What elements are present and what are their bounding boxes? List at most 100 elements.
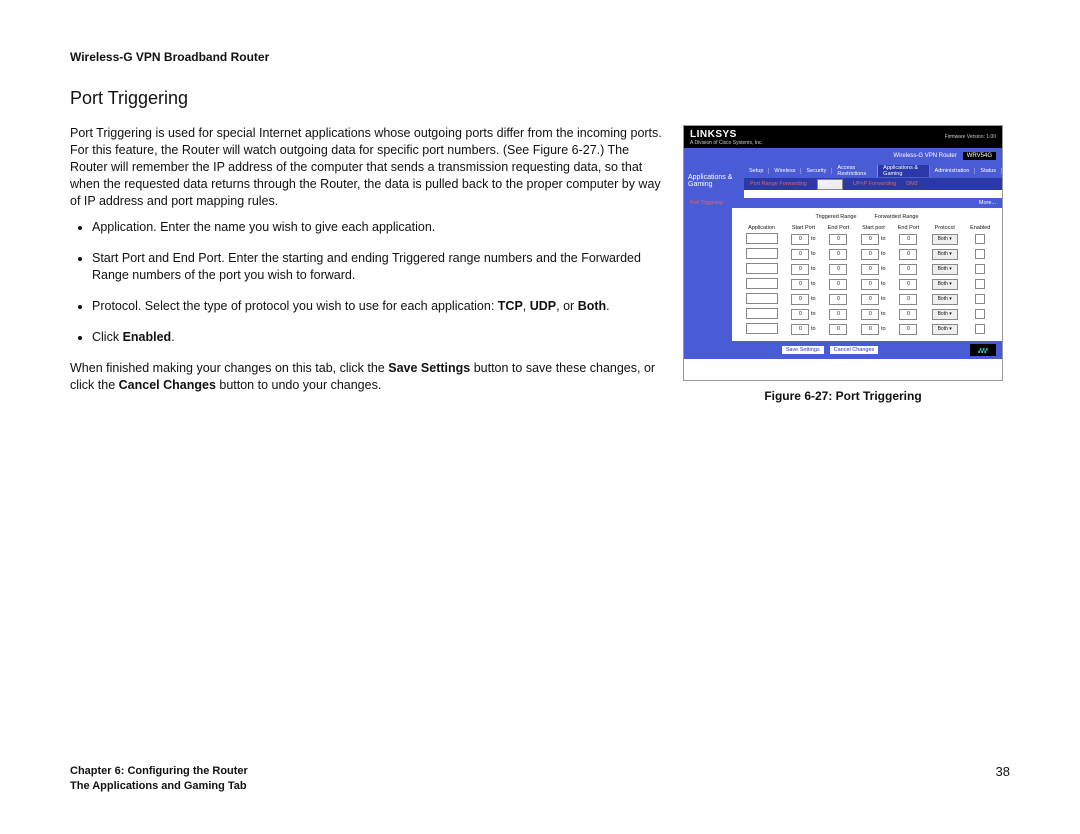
router-content: Triggered Range Forwarded Range Applicat…: [684, 208, 1002, 341]
bullet-protocol: Protocol. Select the type of protocol yo…: [92, 298, 665, 315]
col-header: End Port: [892, 224, 925, 232]
fwd-start-port-input[interactable]: 0: [861, 309, 879, 320]
router-bottom-bar: Save Settings Cancel Changes ▞▞▞: [684, 341, 1002, 359]
enabled-checkbox[interactable]: [975, 294, 985, 304]
start-port-input[interactable]: 0: [791, 249, 809, 260]
protocol-select[interactable]: Both ▾: [932, 294, 958, 305]
fwd-start-port-input[interactable]: 0: [861, 279, 879, 290]
to-label: to: [811, 251, 816, 257]
router-content-leftstrip: [684, 208, 732, 341]
end-port-input[interactable]: 0: [829, 249, 847, 260]
closing-pre: When finished making your changes on thi…: [70, 361, 388, 375]
fwd-end-port-input[interactable]: 0: [899, 324, 917, 335]
sub-tab[interactable]: UPnP Forwarding: [853, 181, 896, 187]
fwd-start-port-input[interactable]: 0: [861, 294, 879, 305]
fwd-end-port-input[interactable]: 0: [899, 309, 917, 320]
firmware-text: Firmware Version: 1.00: [945, 134, 996, 140]
main-tab[interactable]: Setup: [744, 168, 769, 174]
group-triggered: Triggered Range: [815, 214, 856, 220]
table-row: 0 to00 to0Both ▾: [738, 247, 996, 262]
main-tab[interactable]: Applications & Gaming: [878, 165, 929, 177]
start-port-input[interactable]: 0: [791, 279, 809, 290]
more-link[interactable]: More...: [979, 200, 996, 206]
bold-cancel: Cancel Changes: [119, 378, 216, 392]
end-port-input[interactable]: 0: [829, 324, 847, 335]
application-input[interactable]: [746, 293, 778, 304]
cancel-changes-button[interactable]: Cancel Changes: [830, 346, 879, 354]
router-form-area: Triggered Range Forwarded Range Applicat…: [732, 208, 1002, 341]
application-input[interactable]: [746, 308, 778, 319]
end-port-input[interactable]: 0: [829, 279, 847, 290]
start-port-input[interactable]: 0: [791, 324, 809, 335]
enabled-checkbox[interactable]: [975, 264, 985, 274]
start-port-input[interactable]: 0: [791, 234, 809, 245]
sub-tab[interactable]: DMZ: [906, 181, 918, 187]
col-header: End Port: [822, 224, 855, 232]
end-port-input[interactable]: 0: [829, 234, 847, 245]
router-sub-tabs: Port Range Forwarding Port Triggering UPnP…: [744, 178, 1002, 190]
to-label: to: [881, 266, 886, 272]
enabled-checkbox[interactable]: [975, 234, 985, 244]
footer-chapter: Chapter 6: Configuring the Router: [70, 764, 1010, 779]
enabled-checkbox[interactable]: [975, 309, 985, 319]
sub-tab[interactable]: Port Triggering: [817, 179, 843, 190]
start-port-input[interactable]: 0: [791, 309, 809, 320]
main-tab[interactable]: Security: [801, 168, 832, 174]
router-screenshot: LINKSYS A Division of Cisco Systems, Inc…: [683, 125, 1003, 381]
to-label: to: [881, 326, 886, 332]
main-tab[interactable]: Wireless: [769, 168, 801, 174]
application-input[interactable]: [746, 248, 778, 259]
protocol-select[interactable]: Both ▾: [932, 234, 958, 245]
group-headers: Triggered Range Forwarded Range: [738, 212, 996, 222]
main-tab[interactable]: Status: [975, 168, 1002, 174]
page-number: 38: [996, 764, 1010, 779]
fwd-start-port-input[interactable]: 0: [861, 324, 879, 335]
fwd-end-port-input[interactable]: 0: [899, 264, 917, 275]
bullet-protocol-text: Protocol. Select the type of protocol yo…: [92, 299, 498, 313]
start-port-input[interactable]: 0: [791, 294, 809, 305]
application-input[interactable]: [746, 278, 778, 289]
enabled-checkbox[interactable]: [975, 279, 985, 289]
sep: ,: [523, 299, 530, 313]
main-tab[interactable]: Access Restrictions: [832, 165, 878, 177]
application-input[interactable]: [746, 263, 778, 274]
protocol-select[interactable]: Both ▾: [932, 279, 958, 290]
fwd-end-port-input[interactable]: 0: [899, 279, 917, 290]
protocol-select[interactable]: Both ▾: [932, 249, 958, 260]
fwd-end-port-input[interactable]: 0: [899, 294, 917, 305]
sep: , or: [556, 299, 578, 313]
model-badge: WRV54G: [963, 152, 996, 160]
protocol-select[interactable]: Both ▾: [932, 324, 958, 335]
end-port-input[interactable]: 0: [829, 264, 847, 275]
router-titlebar: Wireless-G VPN Router WRV54G: [684, 148, 1002, 164]
main-tab[interactable]: Administration: [930, 168, 976, 174]
application-input[interactable]: [746, 233, 778, 244]
sub-tab[interactable]: Port Range Forwarding: [750, 181, 807, 187]
product-name: Wireless-G VPN Router: [893, 153, 956, 159]
col-header: Application: [738, 224, 785, 232]
figure-column: LINKSYS A Division of Cisco Systems, Inc…: [683, 125, 1003, 404]
table-row: 0 to00 to0Both ▾: [738, 262, 996, 277]
start-port-input[interactable]: 0: [791, 264, 809, 275]
fwd-end-port-input[interactable]: 0: [899, 234, 917, 245]
save-settings-button[interactable]: Save Settings: [782, 346, 824, 354]
fwd-start-port-input[interactable]: 0: [861, 264, 879, 275]
router-sidebar: Applications & Gaming: [684, 164, 744, 198]
enabled-checkbox[interactable]: [975, 324, 985, 334]
end-port-input[interactable]: 0: [829, 309, 847, 320]
port-table: ApplicationStart PortEnd PortStart portE…: [738, 224, 996, 337]
fwd-start-port-input[interactable]: 0: [861, 234, 879, 245]
fwd-start-port-input[interactable]: 0: [861, 249, 879, 260]
end-port-input[interactable]: 0: [829, 294, 847, 305]
protocol-select[interactable]: Both ▾: [932, 309, 958, 320]
to-label: to: [811, 281, 816, 287]
application-input[interactable]: [746, 323, 778, 334]
sep: .: [171, 330, 174, 344]
closing-end: button to undo your changes.: [216, 378, 381, 392]
fwd-end-port-input[interactable]: 0: [899, 249, 917, 260]
enabled-checkbox[interactable]: [975, 249, 985, 259]
router-section-bar: Port Triggering More...: [684, 198, 1002, 208]
table-row: 0 to00 to0Both ▾: [738, 277, 996, 292]
router-main-tabs: SetupWirelessSecurityAccess Restrictions…: [744, 164, 1002, 178]
protocol-select[interactable]: Both ▾: [932, 264, 958, 275]
